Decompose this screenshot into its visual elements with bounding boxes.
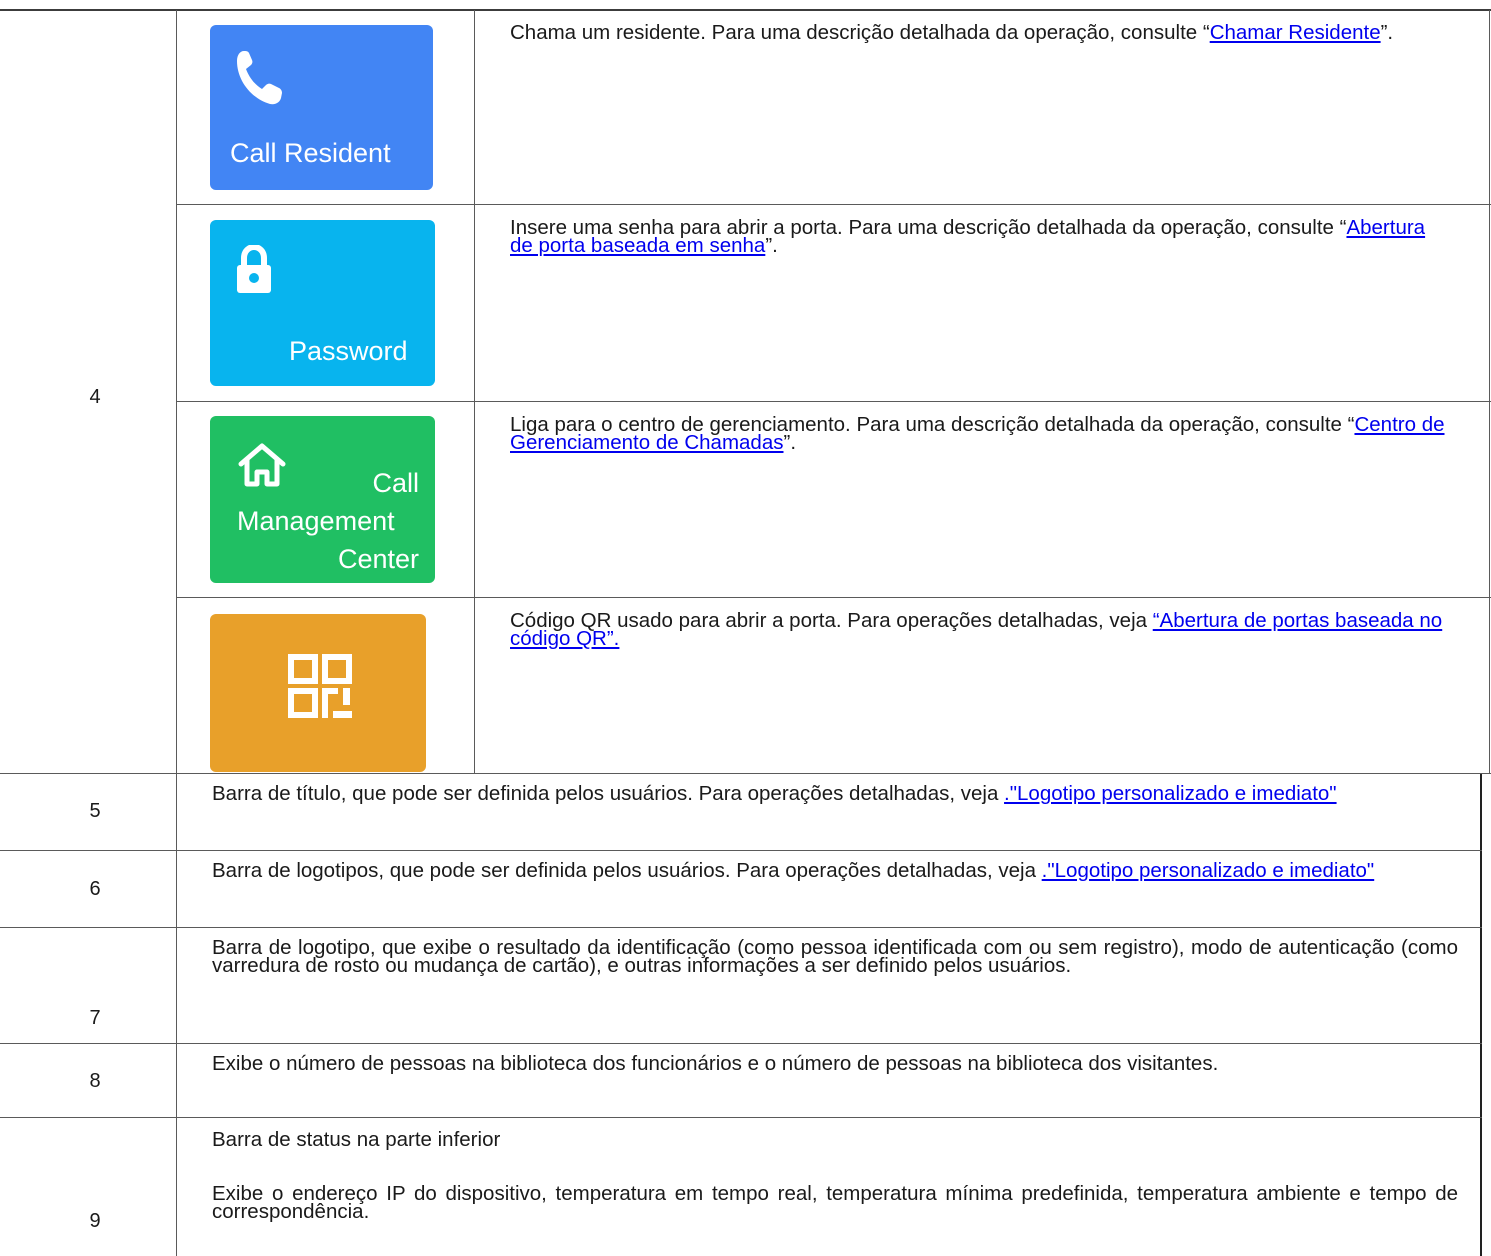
subrow-divider-1 — [176, 204, 1491, 205]
call-management-center-tile: Call Management Center — [210, 416, 435, 583]
tile-label-line2: Management — [237, 506, 395, 536]
description-status-bar-heading: Barra de status na parte inferior — [212, 1128, 501, 1151]
home-icon — [238, 443, 286, 487]
row-number: 6 — [89, 878, 101, 900]
row-divider-6 — [0, 927, 1482, 928]
row-divider-7 — [0, 1043, 1482, 1044]
column-divider-inner — [474, 10, 475, 773]
tile-label-line1: Call — [372, 468, 419, 498]
row-number: 9 — [89, 1210, 101, 1232]
password-tile: Password — [210, 220, 435, 386]
row-divider-4 — [0, 773, 1491, 774]
description-library-count: Exibe o número de pessoas na biblioteca … — [212, 1052, 1219, 1075]
description-logo-bar: Barra de logotipos, que pode ser definid… — [212, 859, 1375, 882]
row-number: 4 — [89, 386, 101, 408]
table-top-border — [0, 9, 1491, 11]
row-divider-5 — [0, 850, 1482, 851]
tile-label-line3: Center — [337, 544, 419, 574]
subrow-divider-3 — [176, 597, 1491, 598]
tile-label: Call Resident — [230, 138, 391, 168]
row-number: 8 — [89, 1070, 101, 1092]
lock-icon — [237, 245, 271, 293]
subrow-divider-2 — [176, 401, 1491, 402]
table-right-border-bottom — [1480, 773, 1482, 1256]
qr-code-icon — [288, 654, 352, 718]
row-divider-8 — [0, 1117, 1482, 1118]
table-right-border-top — [1489, 10, 1490, 773]
qr-code-tile — [210, 614, 426, 772]
link-chamar-residente[interactable]: Chamar Residente — [1210, 21, 1381, 44]
description-qr-code: Código QR usado para abrir a porta. Para… — [510, 609, 1443, 650]
description-call-management: Liga para o centro de gerenciamento. Par… — [510, 413, 1445, 454]
description-status-bar: Exibe o endereço IP do dispositivo, temp… — [212, 1182, 1458, 1223]
link-logotipo-personalizado[interactable]: ."Logotipo personalizado e imediato" — [1004, 782, 1337, 805]
description-identification-bar: Barra de logotipo, que exibe o resultado… — [212, 936, 1458, 977]
phone-icon — [237, 51, 282, 105]
tile-label: Password — [289, 336, 408, 366]
row-number: 5 — [89, 800, 101, 822]
row-number: 7 — [89, 1007, 101, 1029]
description-title-bar: Barra de título, que pode ser definida p… — [212, 782, 1337, 805]
call-resident-tile: Call Resident — [210, 25, 433, 190]
description-password: Insere uma senha para abrir a porta. Par… — [510, 216, 1426, 257]
description-call-resident: Chama um residente. Para uma descrição d… — [510, 21, 1394, 44]
link-logotipo-personalizado[interactable]: ."Logotipo personalizado e imediato" — [1042, 859, 1375, 882]
